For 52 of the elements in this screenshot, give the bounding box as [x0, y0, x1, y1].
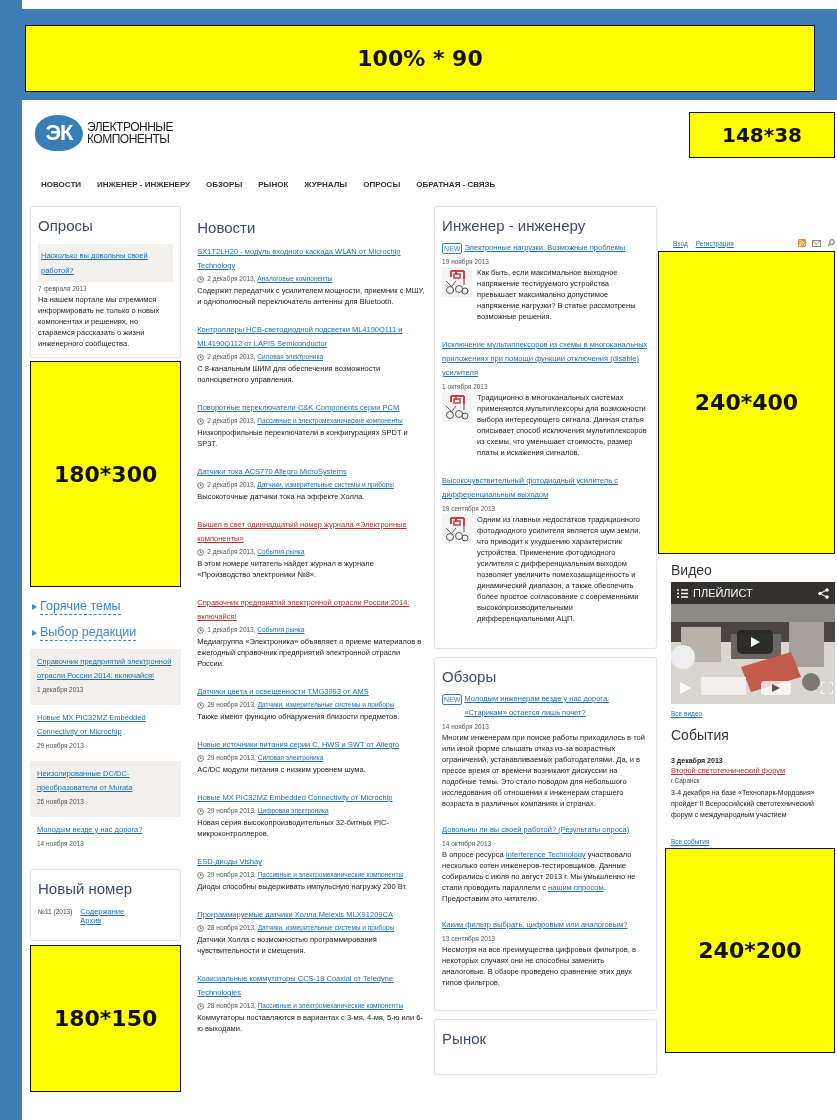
clock-icon	[197, 353, 205, 361]
list-icon	[677, 588, 688, 598]
triangle-icon	[32, 630, 37, 636]
nav-link[interactable]: ИНЖЕНЕР - ИНЖЕНЕРУ	[97, 180, 191, 198]
clock-icon	[197, 871, 205, 879]
play-icon	[679, 682, 691, 694]
circuit-icon	[442, 514, 473, 544]
nav-link[interactable]: НОВОСТИ	[41, 180, 81, 198]
section-title: Новый номер	[38, 880, 134, 898]
section-title: Опросы	[38, 217, 94, 235]
nav-link[interactable]: ОПРОСЫ	[363, 180, 401, 198]
topic-link[interactable]: Горячие темы	[40, 599, 121, 615]
clock-icon	[197, 1002, 205, 1010]
section-title: Видео	[671, 562, 713, 578]
ad-size-label: 100% * 90	[357, 46, 483, 71]
ad-size-label: 240*200	[698, 938, 802, 963]
section-title: Обзоры	[442, 668, 498, 686]
clock-icon	[197, 417, 205, 425]
video-logo-icon	[761, 681, 791, 695]
nav-link[interactable]: РЫНОК	[258, 180, 289, 198]
triangle-icon	[32, 604, 37, 610]
logo-text: ЭЛЕКТРОННЫЕ	[87, 121, 173, 133]
ad-size-label: 180*150	[53, 1006, 158, 1031]
fullscreen-icon	[821, 682, 833, 694]
clock-icon	[197, 701, 205, 709]
circuit-icon	[442, 267, 473, 297]
clock-icon	[197, 807, 205, 815]
ad-size-label: 180*300	[53, 461, 158, 487]
clock-icon	[197, 481, 205, 489]
clock-icon	[197, 548, 205, 556]
clock-icon	[197, 275, 205, 283]
mail-icon	[812, 239, 821, 247]
nav-link[interactable]: ЖУРНАЛЫ	[304, 180, 348, 198]
ad-size-label: 240*400	[694, 390, 799, 415]
share-icon	[818, 587, 829, 599]
section-title: События	[671, 727, 730, 743]
logo-mark[interactable]: ЭК	[35, 115, 83, 151]
ad-size-label: 148*38	[721, 123, 802, 147]
play-button-icon	[737, 630, 773, 654]
nav-link[interactable]: ОБЗОРЫ	[206, 180, 243, 198]
clock-icon	[197, 924, 205, 932]
nav-link[interactable]: ОБРАТНАЯ - СВЯЗЬ	[416, 180, 496, 198]
section-title: Рынок	[442, 1030, 488, 1048]
logo-text: КОМПОНЕНТЫ	[87, 133, 171, 145]
section-title: Новости	[197, 219, 257, 237]
rss-icon	[798, 239, 806, 247]
clock-icon	[197, 754, 205, 762]
circuit-icon	[442, 392, 473, 422]
search-icon	[827, 239, 835, 247]
clock-icon	[197, 626, 205, 634]
topic-link[interactable]: Выбор редакции	[40, 625, 137, 641]
section-title: Инженер - инженеру	[442, 217, 587, 235]
